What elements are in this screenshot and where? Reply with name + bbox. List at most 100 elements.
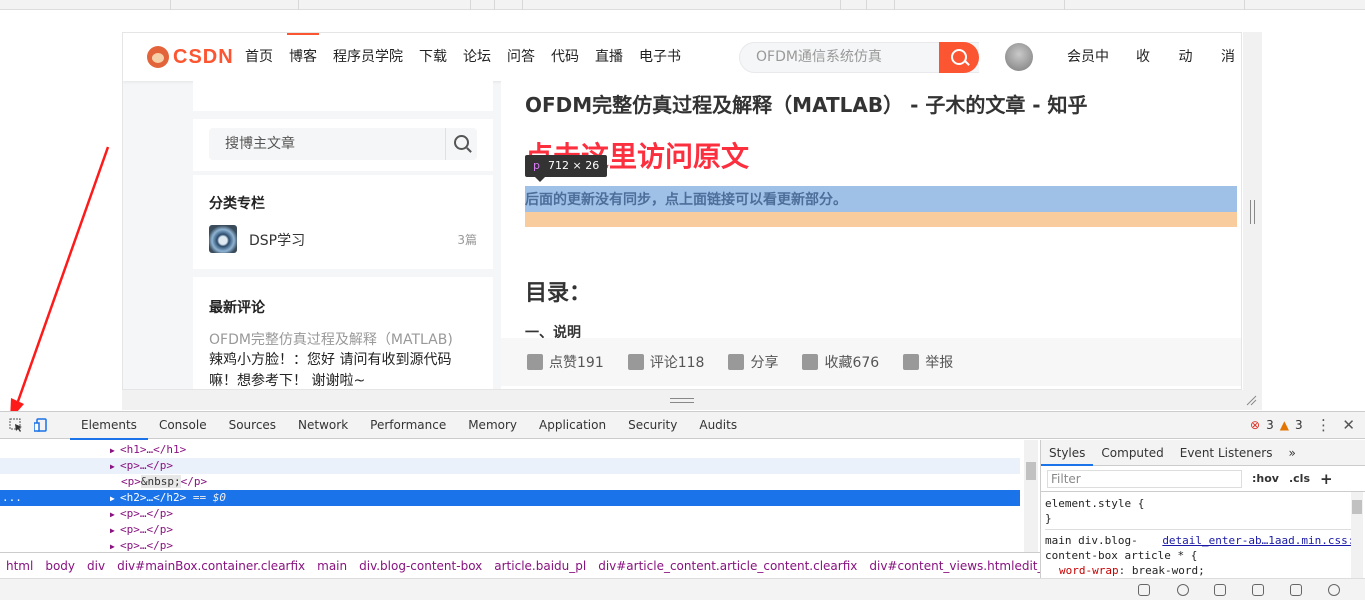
breadcrumb: html body div div#mainBox.container.clearfi… (0, 552, 1111, 578)
toolbar-button[interactable]: 评论118 (627, 352, 704, 372)
more-options-icon[interactable]: ⋮ (1316, 416, 1331, 434)
blog-search-input[interactable]: 搜博主文章 (209, 128, 477, 160)
nav-item[interactable]: 问答 (499, 33, 543, 81)
add-rule-icon[interactable]: + (1320, 470, 1333, 488)
user-nav-item[interactable]: 动态 (1171, 33, 1214, 113)
nav-item[interactable]: 程序员学院 (325, 33, 411, 81)
dom-node-row[interactable]: ▶ <p>…</p> (0, 458, 1020, 474)
history-icon[interactable] (1177, 584, 1189, 596)
user-nav-item[interactable]: 会员中心 (1059, 33, 1128, 113)
toolbar-button[interactable]: 举报 (903, 352, 953, 372)
like-icon (527, 354, 543, 370)
dom-node-row[interactable]: ▶ <p>…</p> (0, 506, 1020, 522)
devtools-tab[interactable]: Memory (457, 412, 528, 439)
devtools-tab[interactable]: Audits (688, 412, 748, 439)
browser-top-strip (0, 0, 1365, 10)
devtools-tab[interactable]: Network (287, 412, 359, 439)
devtools-tabs: Elements Console Sources Network Performance… (70, 412, 748, 440)
warning-icon: ▲ (1279, 418, 1289, 432)
nav-item[interactable]: 博客 (281, 33, 325, 81)
nav-item[interactable]: 代码 (543, 33, 587, 81)
user-nav-item[interactable]: 收藏 (1128, 33, 1171, 113)
dom-node-row[interactable]: ▶ <p>…</p> (0, 522, 1020, 538)
breadcrumb-item[interactable]: div (81, 559, 111, 573)
more-tabs-icon[interactable]: » (1280, 440, 1303, 465)
breadcrumb-item[interactable]: html (0, 559, 39, 573)
toolbar-button[interactable]: 收藏676 (802, 352, 879, 372)
styles-filter-input[interactable]: Filter (1047, 469, 1242, 488)
toolbar-button[interactable]: 点赞191 (527, 352, 604, 372)
nav-item[interactable]: 下载 (411, 33, 455, 81)
nav-item[interactable]: 电子书 (631, 33, 689, 81)
breadcrumb-item[interactable]: div#article_content.article_content.clea… (592, 559, 863, 573)
resize-corner-icon[interactable] (1245, 394, 1257, 406)
hov-toggle[interactable]: :hov (1252, 472, 1279, 485)
expand-arrow-icon[interactable]: ▶ (110, 507, 120, 523)
share-icon (728, 354, 745, 370)
breadcrumb-item[interactable]: div#mainBox.container.clearfix (111, 559, 311, 573)
devtools-tab[interactable]: Elements (70, 412, 148, 440)
issue-badges[interactable]: ⊗ 3 ▲ 3 (1250, 418, 1303, 432)
performance-icon[interactable] (1138, 584, 1150, 596)
styles-tabs: Styles Computed Event Listeners» (1041, 440, 1365, 466)
expand-arrow-icon[interactable]: ▶ (110, 523, 120, 539)
comment-icon (627, 354, 644, 370)
rule-selector[interactable]: element.style { (1045, 496, 1361, 511)
styles-tab[interactable]: Event Listeners (1172, 440, 1281, 465)
close-icon[interactable]: ✕ (1342, 416, 1355, 434)
trash-icon[interactable] (1214, 584, 1226, 596)
search-icon[interactable] (445, 128, 477, 160)
breadcrumb-item[interactable]: div.blog-content-box (353, 559, 488, 573)
dom-node-row[interactable]: ▶ <h1>…</h1> (0, 442, 1020, 458)
devtools-tab[interactable]: Performance (359, 412, 457, 439)
audio-icon[interactable] (1252, 584, 1264, 596)
breadcrumb-item[interactable]: body (39, 559, 81, 573)
toc-heading: 目录： (525, 281, 592, 306)
styles-scrollbar[interactable] (1351, 492, 1363, 578)
devtools-tab[interactable]: Security (617, 412, 688, 439)
rule-source-link[interactable]: detail_enter-ab…1aad.min.css:1 (1162, 533, 1361, 548)
node-content: … (139, 459, 147, 472)
devtools-panel: Elements Console Sources Network Performance… (0, 411, 1365, 600)
viewport-resize-handle-right[interactable] (1243, 32, 1262, 410)
breadcrumb-item[interactable]: article.baidu_pl (488, 559, 592, 573)
toolbar-label: 点赞191 (549, 355, 604, 371)
tooltip-tag: p (533, 159, 540, 172)
search-icon[interactable] (1328, 584, 1340, 596)
expand-arrow-icon[interactable]: ▶ (110, 491, 120, 507)
devtools-tab[interactable]: Application (528, 412, 617, 439)
layers-icon[interactable] (1290, 584, 1302, 596)
dom-node-row[interactable]: <p>&nbsp;</p> (0, 474, 1020, 490)
open-tag: <p> (120, 507, 140, 520)
search-icon[interactable] (939, 42, 979, 73)
category-item[interactable]: DSP学习 3篇 (209, 225, 477, 253)
expand-arrow-icon[interactable]: ▶ (110, 539, 120, 552)
user-nav-item[interactable]: 消 (1213, 33, 1241, 81)
nav-item[interactable]: 首页 (237, 33, 281, 81)
css-value[interactable]: break-word; (1132, 564, 1205, 577)
expand-arrow-icon[interactable]: ▶ (110, 459, 120, 475)
dom-node-row[interactable]: ... ▶ <h2>…</h2> == $0 (0, 490, 1020, 506)
avatar[interactable] (1005, 43, 1033, 71)
styles-tab[interactable]: Computed (1093, 440, 1171, 465)
profile-card-bottom (193, 77, 493, 111)
nav-item[interactable]: 直播 (587, 33, 631, 81)
device-toggle-icon[interactable] (34, 418, 48, 432)
comment-article-link[interactable]: OFDM完整仿真过程及解释（MATLAB) (209, 329, 453, 349)
nav-item[interactable]: 论坛 (455, 33, 499, 81)
cls-toggle[interactable]: .cls (1289, 472, 1310, 485)
dom-node-row[interactable]: ▶ <p>…</p> (0, 538, 1020, 552)
expand-arrow-icon[interactable]: ▶ (110, 443, 120, 459)
inspect-element-icon[interactable] (9, 418, 23, 432)
breadcrumb-item[interactable]: main (311, 559, 353, 573)
css-property[interactable]: word-wrap (1059, 564, 1119, 577)
devtools-tab[interactable]: Console (148, 412, 218, 439)
elements-scrollbar[interactable] (1024, 440, 1038, 552)
toolbar-button[interactable]: 分享 (728, 352, 778, 372)
error-icon: ⊗ (1250, 418, 1261, 432)
csdn-logo[interactable]: CSDN (147, 43, 234, 71)
styles-tab[interactable]: Styles (1041, 440, 1094, 466)
devtools-tab[interactable]: Sources (218, 412, 287, 439)
viewport-resize-handle-bottom[interactable] (122, 390, 1262, 410)
close-tag: </p> (146, 539, 174, 552)
